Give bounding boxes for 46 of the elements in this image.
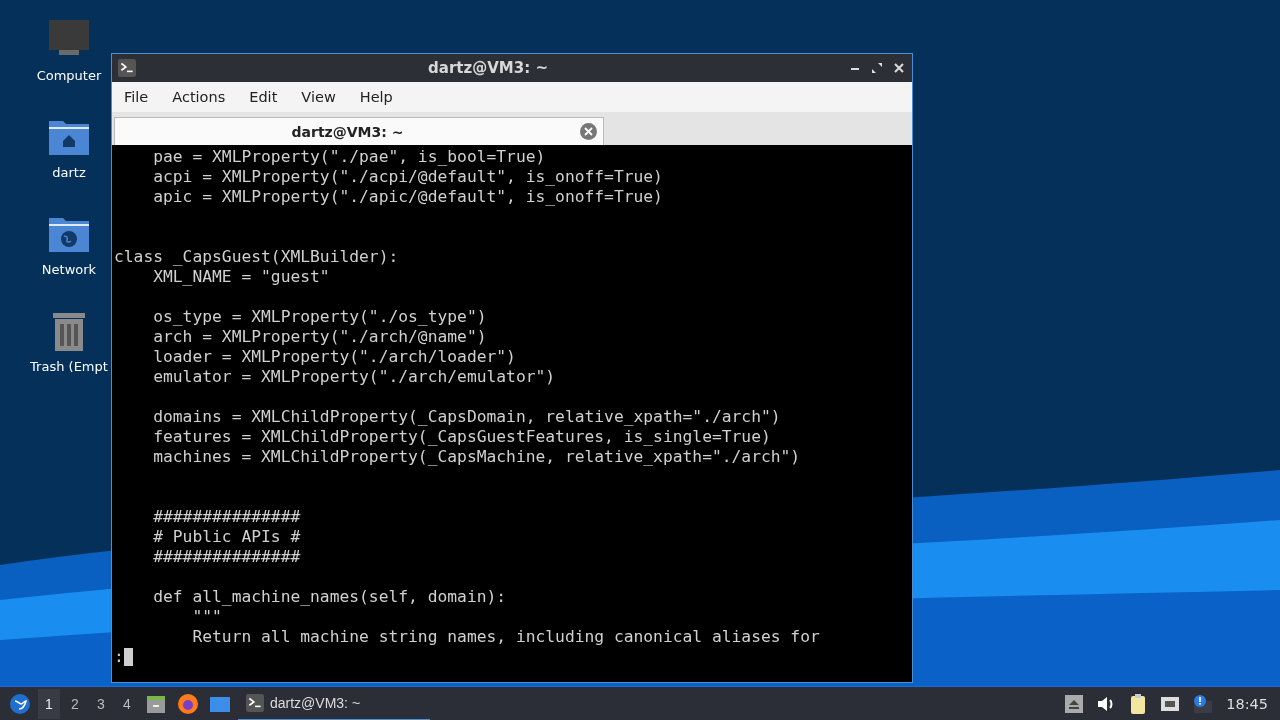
code-line: arch = XMLProperty("./arch/@name") [152,327,487,347]
menu-item[interactable]: Actions [164,89,234,105]
menu-item[interactable]: Help [351,89,401,105]
code-line: XML_NAME = "guest" [152,267,330,287]
terminal-icon [246,693,264,712]
code-line: class _CapsGuest(XMLBuilder): [114,247,399,267]
desktop-icon-label[interactable]: Network [41,262,97,277]
cursor [123,648,133,666]
desktop-icon-label[interactable]: Computer [36,68,102,83]
workspace-button[interactable]: 4 [116,688,138,719]
code-line: emulator = XMLProperty("./arch/emulator") [152,367,556,387]
code-line: machines = XMLChildProperty(_CapsMachine, relative_xpath="./arch") [152,447,801,467]
terminal-icon [118,59,136,77]
close-icon[interactable] [580,123,597,140]
pager-prompt: : [114,647,124,667]
code-line: pae = XMLProperty("./pae", is_bool=True) [152,147,546,167]
maximize-icon[interactable] [870,61,884,75]
terminal-tab[interactable]: dartz@VM3: ~ [114,117,604,145]
menu-item[interactable]: View [293,89,344,105]
code-line: os_type = XMLProperty("./os_type") [152,307,487,327]
notification-icon[interactable] [1191,692,1214,715]
code-line: loader = XMLProperty("./arch/loader") [152,347,516,367]
browser-icon[interactable] [177,692,199,715]
eject-icon[interactable] [1063,692,1086,715]
code-line: acpi = XMLProperty("./acpi/@default", is_onoff=True) [152,167,663,187]
desktop-icon-label[interactable]: Trash (Empt [30,359,108,374]
workspace-button[interactable]: 3 [90,688,112,719]
close-icon[interactable] [892,61,906,75]
workspace-button[interactable]: 2 [64,688,86,719]
code-line: ############### [152,507,301,527]
code-line: apic = XMLProperty("./apic/@default", is_onoff=True) [152,187,663,207]
code-line: """ [191,607,222,627]
desktop-icon-label[interactable]: dartz [52,165,86,180]
taskbar-task[interactable]: dartz@VM3: ~ [238,686,430,720]
clock: 18:45 [1226,695,1268,712]
code-line: features = XMLChildProperty(_CapsGuestFeatures, is_single=True) [152,427,771,447]
start-menu-icon[interactable] [9,692,31,715]
code-line: Return all machine string names, including canonical aliases for [191,627,820,647]
code-line: # Public APIs # [152,527,301,547]
code-line: domains = XMLChildProperty(_CapsDomain, relative_xpath="./arch") [152,407,781,427]
workspace-button[interactable]: 1 [38,688,60,719]
code-line: def all_machine_names(self, domain): [152,587,507,607]
menu-item[interactable]: File [116,89,157,105]
window-title: dartz@VM3: ~ [427,59,549,77]
code-line: ############### [152,547,301,567]
menu-item[interactable]: Edit [241,89,286,105]
